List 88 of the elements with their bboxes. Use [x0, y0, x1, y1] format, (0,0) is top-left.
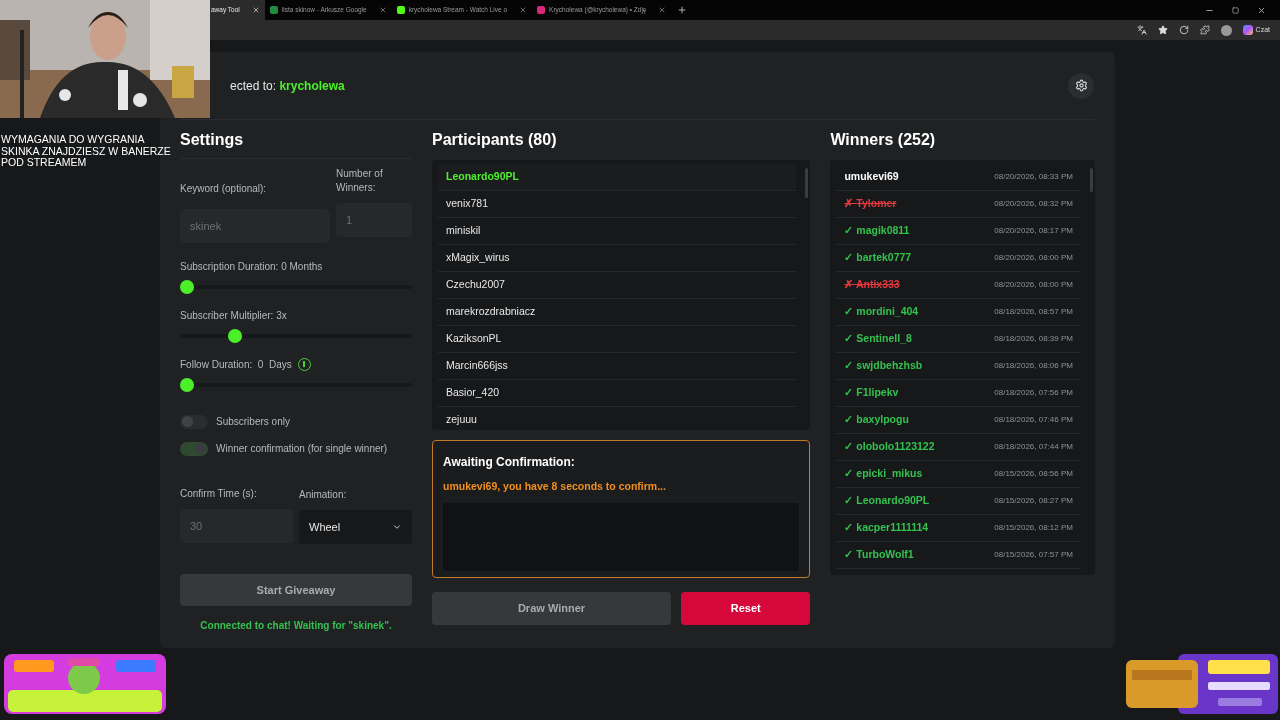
participant-row[interactable]: KaziksonPL	[438, 326, 797, 353]
settings-heading: Settings	[180, 130, 245, 150]
maximize-icon[interactable]	[1232, 6, 1239, 14]
winner-time: 08/18/2026, 07:44 PM	[994, 441, 1073, 453]
participant-row[interactable]: miniskil	[438, 218, 797, 245]
close-icon[interactable]	[658, 6, 667, 14]
winner-name: ✗ Tylomer	[844, 196, 897, 212]
toggle-label: Winner confirmation (for single winner)	[216, 442, 388, 456]
slider-track[interactable]	[180, 378, 412, 392]
winner-name: ✗ Antix333	[844, 277, 900, 293]
winner-time: 08/20/2026, 08:17 PM	[994, 225, 1073, 237]
refresh-icon[interactable]	[1178, 25, 1189, 35]
winner-time: 08/18/2026, 07:56 PM	[994, 387, 1073, 399]
close-icon[interactable]	[378, 6, 387, 14]
winner-time: 08/15/2026, 08:56 PM	[994, 468, 1073, 480]
slider-track[interactable]	[180, 280, 412, 294]
winner-time: 08/15/2026, 08:12 PM	[994, 522, 1073, 534]
winner-time: 08/20/2026, 08:33 PM	[994, 171, 1073, 183]
animation-label: Animation:	[299, 488, 348, 502]
participant-row[interactable]: venix781	[438, 191, 797, 218]
winner-name: ✓ kacper1111114	[844, 520, 929, 536]
participant-row[interactable]: xMagix_wirus	[438, 245, 797, 272]
slider-thumb[interactable]	[180, 378, 194, 392]
toggle-switch[interactable]	[180, 414, 208, 429]
participant-row[interactable]: marekrozdrabniacz	[438, 299, 797, 326]
close-icon[interactable]	[251, 6, 260, 14]
close-icon[interactable]	[1257, 5, 1266, 15]
winner-name: ✓ swjdbehzhsb	[844, 358, 923, 374]
slider-label: Subscriber Multiplier: 3x	[180, 308, 287, 323]
new-tab-icon[interactable]	[677, 5, 688, 15]
winner-name: umukevi69	[844, 169, 899, 185]
participant-row[interactable]: Leonardo90PL	[438, 164, 797, 191]
winner-name: ✓ olobolo1123122	[844, 439, 935, 455]
stream-caption: WYMAGANIA DO WYGRANIA SKINKA ZNAJDZIESZ W BANERZE POD STREAMEM	[1, 134, 171, 169]
winner-time: 08/20/2026, 08:32 PM	[994, 198, 1073, 210]
winner-name: ✓ bartek0777	[844, 250, 912, 266]
winner-time: 08/15/2026, 07:57 PM	[994, 549, 1073, 561]
winner-name: ✓ TurboWolf1	[844, 547, 914, 563]
close-icon[interactable]	[519, 6, 528, 14]
confirmation-message: umukevi69, you have 8 seconds to confirm...	[443, 479, 667, 494]
winner-name: ✓ Sentinell_8	[844, 331, 912, 347]
winner-name: ✓ baxylpogu	[844, 412, 909, 428]
winner-time: 08/18/2026, 08:06 PM	[994, 360, 1073, 372]
toggle-label: Subscribers only	[216, 415, 290, 429]
draw-winner-button[interactable]: Draw Winner	[432, 592, 671, 625]
confirm-time-label: Confirm Time (s):	[180, 487, 258, 501]
slider-thumb[interactable]	[180, 280, 194, 294]
star-icon[interactable]	[1157, 25, 1168, 35]
tab-favicon-icon	[269, 6, 278, 14]
slider-label: Follow Duration: 0 Days	[180, 357, 292, 372]
winner-name: ✓ F1lipekv	[844, 385, 899, 401]
animation-select[interactable]: Wheel	[299, 510, 412, 544]
translate-icon[interactable]	[1136, 25, 1147, 35]
participant-row[interactable]: Marcin666jss	[438, 353, 797, 380]
winner-name: ✓ magik0811	[844, 223, 910, 239]
tab-favicon-icon	[396, 6, 405, 14]
settings-button[interactable]	[1068, 72, 1094, 99]
toggle-switch[interactable]	[180, 441, 208, 456]
participant-row[interactable]: zejuuu	[438, 407, 797, 430]
keyword-label: Keyword (optional):	[180, 182, 268, 196]
chevron-down-icon	[392, 522, 402, 532]
reset-button[interactable]: Reset	[681, 592, 811, 625]
winner-time: 08/18/2026, 07:46 PM	[994, 414, 1073, 426]
winner-time: 08/20/2026, 08:00 PM	[994, 252, 1073, 264]
connection-status: ected to: krycholewa	[230, 77, 345, 95]
slider-thumb[interactable]	[227, 329, 242, 343]
settings-icon	[1074, 79, 1088, 92]
tab-favicon-icon	[537, 6, 546, 14]
participants-heading: Participants (80)	[432, 130, 558, 150]
participant-row[interactable]: Czechu2007	[438, 272, 797, 299]
slider-label: Subscription Duration: 0 Months	[180, 259, 323, 274]
winner-time: 08/15/2026, 08:27 PM	[994, 495, 1073, 507]
winner-name: ✓ mordini_404	[844, 304, 919, 320]
winners-count-label: Number of Winners:	[336, 167, 384, 195]
slider-track[interactable]	[180, 329, 412, 343]
scrollbar-thumb[interactable]	[1090, 168, 1093, 192]
winner-name: ✓ epicki_mikus	[844, 466, 923, 482]
start-giveaway-button[interactable]: Start Giveaway	[180, 574, 412, 606]
participant-row[interactable]: Basior_420	[438, 380, 797, 407]
winners-heading: Winners (252)	[830, 130, 937, 150]
winner-time: 08/18/2026, 08:39 PM	[994, 333, 1073, 345]
winner-name: ✓ Leonardo90PL	[844, 493, 930, 509]
winner-time: 08/20/2026, 08:00 PM	[994, 279, 1073, 291]
winner-time: 08/18/2026, 08:57 PM	[994, 306, 1073, 318]
avatar-icon[interactable]	[1220, 24, 1232, 36]
chat-status: Connected to chat! Waiting for "skinek".	[199, 619, 393, 633]
extensions-icon[interactable]	[1199, 25, 1210, 35]
confirmation-heading: Awaiting Confirmation:	[443, 454, 576, 471]
